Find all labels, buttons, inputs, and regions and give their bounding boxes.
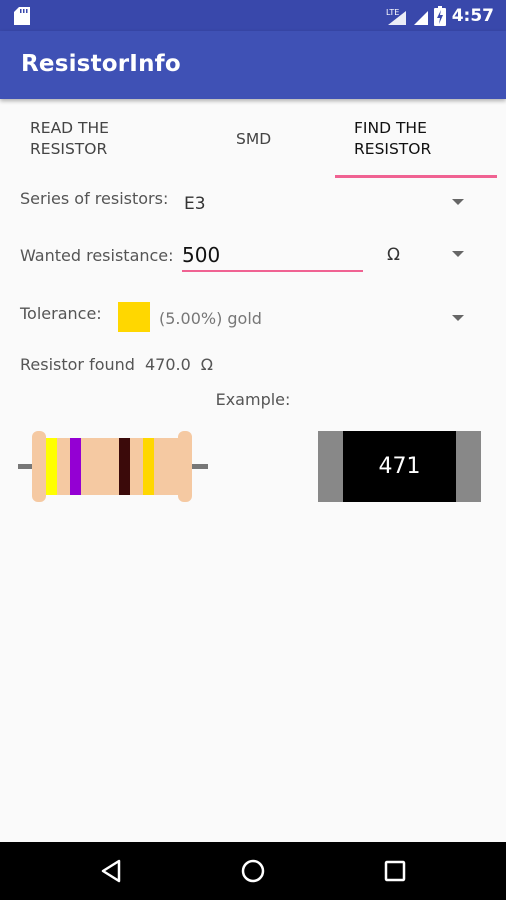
navigation-bar (0, 842, 506, 900)
status-time: 4:57 (451, 6, 494, 26)
dropdown-arrow-icon (452, 315, 464, 321)
tab-find-the-resistor[interactable]: FIND THE RESISTOR (354, 99, 494, 179)
series-value: E3 (184, 194, 206, 214)
tab-label-line1: FIND THE (354, 119, 427, 137)
app-bar: ResistorInfo (0, 31, 506, 99)
resistor-found-value: 470.0 (144, 355, 191, 374)
series-spinner[interactable]: E3 (176, 184, 476, 222)
dropdown-arrow-icon (452, 199, 464, 205)
resistor-body (42, 438, 184, 495)
recents-icon (384, 860, 406, 882)
tolerance-color-swatch (118, 302, 150, 332)
tab-bar: READ THE RESISTOR SMD FIND THE RESISTOR (0, 99, 506, 179)
back-button[interactable] (91, 842, 131, 900)
wifi-signal-icon (413, 11, 428, 25)
smd-terminal-right (456, 431, 481, 502)
tab-label: SMD (236, 129, 272, 148)
smd-terminal-left (318, 431, 343, 502)
tab-indicator (335, 175, 497, 178)
battery-charging-icon (433, 6, 446, 26)
svg-text:LTE: LTE (386, 8, 399, 17)
resistor-found-label: Resistor found (20, 355, 135, 374)
wanted-resistance-input[interactable] (182, 240, 363, 272)
tab-label-line2: RESISTOR (30, 140, 108, 158)
series-label: Series of resistors: (20, 189, 169, 208)
home-icon (241, 859, 265, 883)
tab-read-the-resistor[interactable]: READ THE RESISTOR (30, 99, 180, 179)
resistor-band-2 (70, 438, 81, 495)
unit-value: Ω (387, 245, 400, 265)
tab-label-line1: READ THE (30, 119, 109, 137)
tab-smd[interactable]: SMD (236, 99, 316, 179)
resistor-band-3 (119, 438, 130, 495)
recents-button[interactable] (375, 842, 415, 900)
tolerance-spinner[interactable]: (5.00%) gold (112, 298, 476, 338)
smd-chip-illustration: 471 (318, 431, 481, 502)
resistor-band-4 (143, 438, 154, 495)
lte-signal-icon: LTE (386, 8, 406, 25)
wanted-resistance-label: Wanted resistance: (20, 246, 174, 265)
resistor-illustration (18, 431, 208, 502)
back-icon (101, 859, 121, 883)
app-title: ResistorInfo (21, 51, 181, 77)
home-button[interactable] (233, 842, 273, 900)
tolerance-label: Tolerance: (20, 304, 102, 323)
smd-code: 471 (378, 454, 421, 479)
example-label: Example: (215, 390, 291, 409)
resistor-found-row: Resistor found 470.0 Ω (20, 355, 213, 374)
unit-spinner[interactable]: Ω (380, 236, 476, 274)
status-bar: LTE 4:57 (0, 0, 506, 31)
tolerance-value: (5.00%) gold (159, 309, 262, 328)
resistor-band-1 (46, 438, 57, 495)
tab-label-line2: RESISTOR (354, 140, 432, 158)
resistor-found-unit: Ω (200, 355, 213, 374)
sd-card-icon (14, 7, 30, 25)
dropdown-arrow-icon (452, 251, 464, 257)
